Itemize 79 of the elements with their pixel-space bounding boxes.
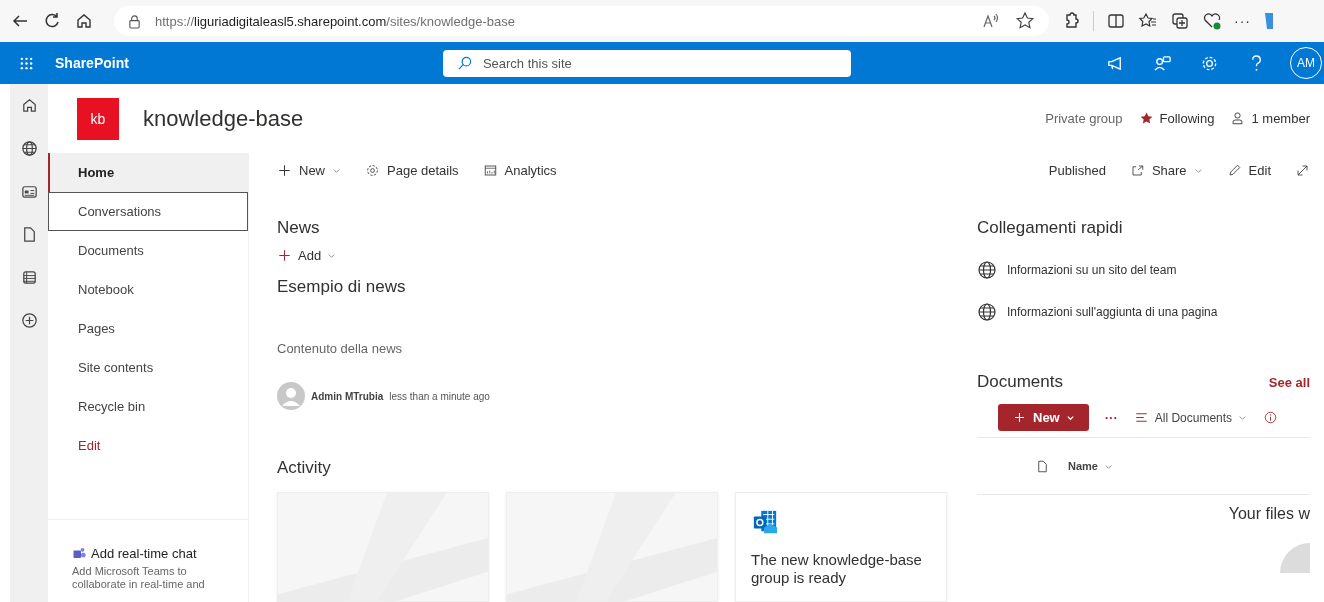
pencil-icon (1226, 163, 1242, 178)
file-icon (1035, 458, 1050, 474)
site-title[interactable]: knowledge-base (143, 105, 304, 132)
share-button[interactable]: Share (1129, 163, 1203, 178)
filter-lines-icon (1133, 410, 1149, 425)
address-bar[interactable]: https://liguriadigitaleasl5.sharepoint.com/sites/knowledge-base (114, 6, 1049, 36)
edit-button[interactable]: Edit (1226, 163, 1271, 178)
following-button[interactable]: Following (1138, 111, 1215, 126)
chevron-icon (327, 251, 337, 260)
activity-card[interactable]: The new knowledge-base group is ready (735, 492, 947, 602)
nav-item[interactable]: Pages (48, 309, 248, 348)
chevron-icon (1238, 413, 1248, 422)
nav-item[interactable]: Conversations (48, 192, 248, 231)
see-all-link[interactable]: See all (1268, 374, 1310, 390)
chevron-icon (1193, 166, 1203, 175)
section-title: News (277, 218, 321, 238)
post-time: less than a minute ago (389, 390, 490, 402)
plus-icon (1012, 410, 1027, 425)
quick-link[interactable]: Informazioni su un sito del team (977, 260, 1310, 280)
edit-link[interactable]: Edit (48, 426, 248, 465)
split-screen-icon[interactable] (1106, 11, 1126, 31)
chevron-icon (1065, 413, 1075, 422)
info-icon[interactable] (1263, 410, 1279, 425)
illustration (1280, 543, 1310, 573)
nav-item[interactable]: Site contents (48, 348, 248, 387)
settings-icon (365, 163, 380, 178)
search-field[interactable]: Search this site (442, 49, 851, 77)
teams-title[interactable]: Add real-time chat (91, 546, 197, 561)
add-button[interactable]: Add (277, 248, 949, 263)
star-icon[interactable] (1015, 11, 1035, 31)
view-selector[interactable]: All Documents (1133, 410, 1248, 425)
people-icon[interactable] (1153, 53, 1172, 73)
section-title: Collegamenti rapidi (977, 218, 1124, 238)
news-description: Contenuto della news (277, 341, 404, 356)
section-title: Activity (277, 458, 332, 478)
page-details-button[interactable]: Page details (365, 163, 459, 178)
section-title: Documents (977, 372, 1063, 392)
search-icon (456, 55, 472, 71)
nav-item[interactable]: Recycle bin (48, 387, 248, 426)
members-button[interactable]: 1 member (1230, 111, 1310, 126)
publish-status: Published (1048, 163, 1106, 178)
nav-item[interactable]: Documents (48, 231, 248, 270)
avatar-icon (277, 382, 305, 410)
more-button[interactable]: ··· (1234, 13, 1251, 29)
card-text: The new knowledge-base group is ready (751, 551, 923, 587)
empty-state-text: Your files w (1227, 505, 1310, 523)
globe-icon[interactable] (19, 139, 39, 158)
plus-icon (277, 248, 292, 263)
globe-icon (977, 302, 997, 322)
new-button[interactable]: New (998, 404, 1089, 431)
chevron-icon (332, 166, 341, 175)
add-icon[interactable] (19, 311, 39, 330)
nav-item[interactable]: Home (48, 153, 248, 192)
home-icon[interactable] (74, 11, 94, 31)
chart-icon (482, 163, 498, 178)
site-logo[interactable]: kb (77, 97, 119, 140)
more-button[interactable]: ··· (1104, 410, 1118, 425)
collections-icon[interactable] (1170, 11, 1190, 31)
news-headline[interactable]: Esempio di news (277, 277, 949, 297)
health-icon[interactable] (1202, 11, 1222, 31)
teams-icon (72, 546, 87, 561)
outlook-icon (752, 509, 778, 535)
app-name[interactable]: SharePoint (55, 55, 129, 71)
column-header[interactable]: Name (1068, 460, 1113, 472)
globe-icon (977, 260, 997, 280)
plus-icon (277, 163, 292, 178)
author-name[interactable]: Admin MTrubia (311, 390, 384, 402)
new-button[interactable]: New (277, 163, 341, 178)
nav-item[interactable]: Notebook (48, 270, 248, 309)
analytics-button[interactable]: Analytics (482, 163, 557, 178)
quick-link[interactable]: Informazioni sull'aggiunta di una pagina (977, 302, 1310, 322)
person-icon (1230, 111, 1246, 126)
url-text: https://liguriadigitaleasl5.sharepoint.com/sites/knowledge-base (155, 13, 515, 29)
teams-description: Add Microsoft Teams to collaborate in real-time and (72, 565, 206, 591)
app-launcher-icon[interactable] (20, 56, 33, 70)
expand-icon[interactable] (1295, 163, 1310, 178)
privacy-label: Private group (1045, 111, 1123, 126)
share-icon (1129, 163, 1145, 178)
lock-icon[interactable] (128, 13, 141, 29)
